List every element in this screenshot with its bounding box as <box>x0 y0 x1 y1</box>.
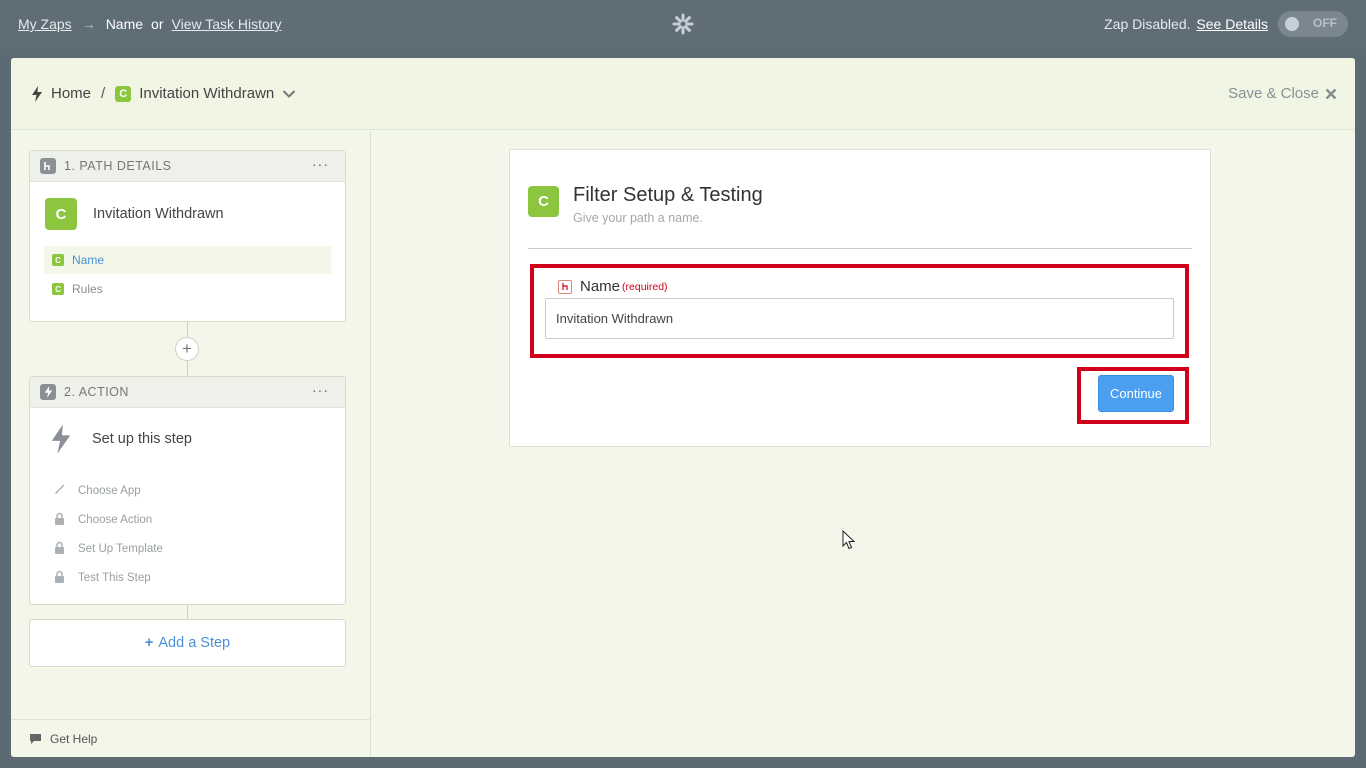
breadcrumb-separator: / <box>101 85 106 102</box>
zap-status: Zap Disabled. See Details OFF <box>1104 11 1348 37</box>
mouse-cursor-icon <box>842 530 856 550</box>
substep-choose-app[interactable]: Choose App <box>30 476 345 505</box>
field-name: Name <box>580 278 621 295</box>
view-task-history-link[interactable]: View Task History <box>172 16 282 32</box>
bolt-icon <box>32 85 42 102</box>
get-help-button[interactable]: Get Help <box>11 719 371 757</box>
substep-label: Set Up Template <box>78 542 163 555</box>
substep-rules[interactable]: C Rules <box>44 275 331 303</box>
substep-label: Choose Action <box>78 513 153 526</box>
my-zaps-link[interactable]: My Zaps <box>18 16 72 32</box>
zapier-logo-icon <box>672 13 694 35</box>
lock-icon <box>52 512 66 528</box>
substep-choose-action: Choose Action <box>30 505 345 534</box>
save-close-button[interactable]: Save & Close <box>1228 85 1337 102</box>
step-summary[interactable]: Set up this step <box>30 408 345 470</box>
substep-label: Choose App <box>78 484 141 497</box>
chat-bubble-icon <box>30 733 41 744</box>
step-title: 2. ACTION <box>64 385 129 399</box>
substep-icon: C <box>52 254 64 266</box>
bolt-icon <box>40 384 56 400</box>
current-step-label: Name <box>105 16 144 32</box>
substep-label: Name <box>72 253 105 267</box>
substep-label: Test This Step <box>78 571 151 584</box>
bolt-icon <box>51 424 71 454</box>
see-details-link[interactable]: See Details <box>1196 16 1268 32</box>
name-field-label: Name (required) <box>558 278 668 295</box>
step-card-header: 1. PATH DETAILS ··· <box>30 151 345 182</box>
zap-status-text: Zap Disabled. See Details <box>1104 16 1268 32</box>
top-bar: My Zaps → Name or View Task History Zap … <box>0 0 1366 49</box>
breadcrumb-home[interactable]: Home <box>51 85 91 102</box>
arrow-right-icon: → <box>81 16 96 32</box>
toggle-label: OFF <box>1313 16 1337 30</box>
substep-name[interactable]: C Name <box>44 246 331 274</box>
step-card-path-details: 1. PATH DETAILS ··· C Invitation Withdra… <box>29 150 346 322</box>
zap-disabled-label: Zap Disabled. <box>1104 16 1191 32</box>
close-icon <box>1325 88 1337 99</box>
step-app-icon: C <box>528 186 559 217</box>
add-step-button[interactable]: + Add a Step <box>29 619 346 667</box>
zap-nav: My Zaps → Name or View Task History <box>18 16 281 32</box>
step-menu-button[interactable]: ··· <box>312 383 329 397</box>
pencil-icon <box>52 483 66 498</box>
step-card-action: 2. ACTION ··· Set up this step Choose Ap… <box>29 376 346 605</box>
lock-icon <box>52 570 66 586</box>
add-step-label: Add a Step <box>158 635 231 651</box>
insert-step-button[interactable]: + <box>175 337 199 361</box>
text-field-icon <box>558 279 572 294</box>
step-name: Set up this step <box>92 431 192 447</box>
step-connector <box>187 605 188 619</box>
continue-highlight: Continue <box>1077 367 1189 424</box>
chevron-down-icon[interactable] <box>282 89 296 99</box>
panel-subtitle: Give your path a name. <box>573 211 703 225</box>
toggle-knob <box>1285 17 1299 31</box>
lock-icon <box>52 541 66 557</box>
path-icon <box>40 158 56 174</box>
name-field-highlight: Name (required) <box>530 264 1189 358</box>
step-menu-button[interactable]: ··· <box>312 157 329 171</box>
editor-frame: Home / C Invitation Withdrawn Save & Clo… <box>11 58 1355 757</box>
step-card-header: 2. ACTION ··· <box>30 377 345 408</box>
or-label: or <box>151 16 164 32</box>
panel-title: Filter Setup & Testing <box>573 184 763 206</box>
filter-setup-panel: C Filter Setup & Testing Give your path … <box>509 149 1211 447</box>
plus-icon: + <box>144 635 154 651</box>
continue-button[interactable]: Continue <box>1098 375 1174 412</box>
editor-header: Home / C Invitation Withdrawn Save & Clo… <box>11 58 1355 130</box>
substep-label: Rules <box>72 282 103 296</box>
path-app-icon: C <box>115 85 132 102</box>
divider <box>528 248 1192 249</box>
step-app-icon: C <box>45 198 77 230</box>
step-title: 1. PATH DETAILS <box>64 159 172 173</box>
substep-test-this-step: Test This Step <box>30 563 345 592</box>
required-label: (required) <box>622 280 668 293</box>
path-name-input[interactable] <box>545 298 1174 339</box>
get-help-label: Get Help <box>50 731 98 746</box>
substep-set-up-template: Set Up Template <box>30 534 345 563</box>
step-name: Invitation Withdrawn <box>93 206 224 222</box>
substep-icon: C <box>52 283 64 295</box>
zap-on-off-toggle[interactable]: OFF <box>1278 11 1348 37</box>
breadcrumb: Home / C Invitation Withdrawn <box>31 85 296 102</box>
breadcrumb-zap-name[interactable]: Invitation Withdrawn <box>139 85 274 102</box>
steps-sidebar: 1. PATH DETAILS ··· C Invitation Withdra… <box>11 131 371 757</box>
step-summary[interactable]: C Invitation Withdrawn <box>30 182 345 246</box>
save-close-label: Save & Close <box>1228 85 1319 102</box>
